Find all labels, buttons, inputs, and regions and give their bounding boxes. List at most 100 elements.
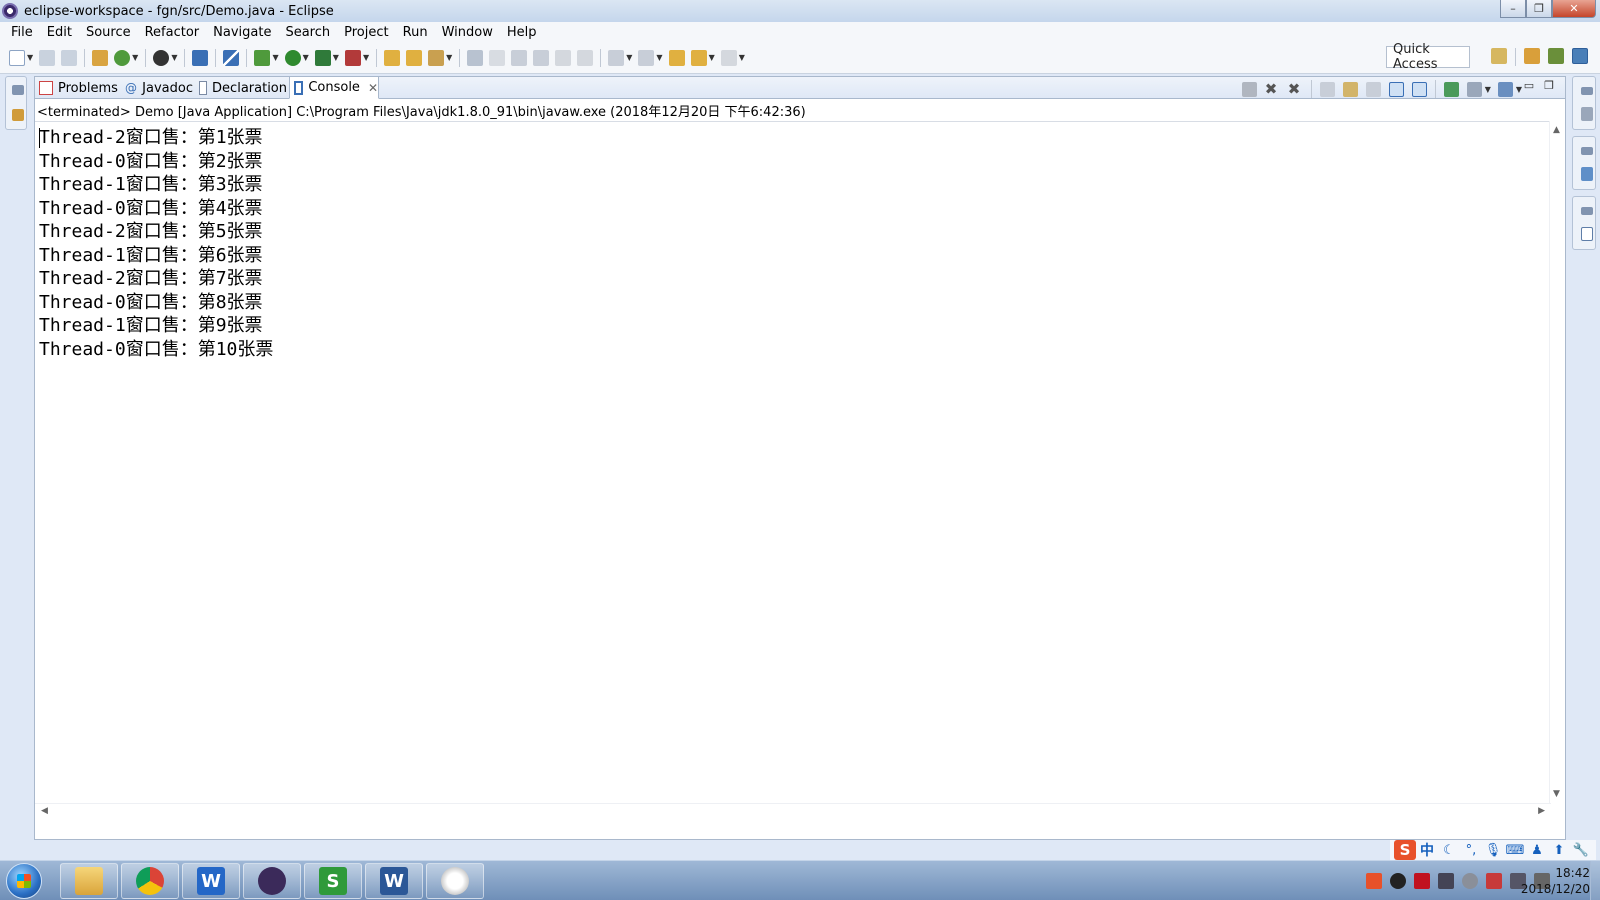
taskbar-java-ee-ide[interactable] (243, 863, 301, 899)
taskbar-media[interactable] (426, 863, 484, 899)
save-icon[interactable] (39, 49, 56, 66)
horizontal-scrollbar[interactable]: ◀ ▶ (35, 803, 1551, 819)
refresh-icon[interactable] (114, 49, 131, 66)
menu-refactor[interactable]: Refactor (138, 25, 207, 40)
scroll-up-icon[interactable]: ▲ (1553, 125, 1560, 135)
taskbar-chrome[interactable] (121, 863, 179, 899)
menu-run[interactable]: Run (396, 25, 435, 40)
maximize-view-icon[interactable]: ❐ (1544, 79, 1554, 92)
menu-source[interactable]: Source (79, 25, 138, 40)
profile-dropdown-icon[interactable]: ▼ (171, 53, 177, 62)
close-button[interactable]: ✕ (1552, 0, 1596, 18)
mic-icon[interactable]: 🎙 (1485, 843, 1502, 858)
menu-navigate[interactable]: Navigate (206, 25, 278, 40)
back-dropdown-icon[interactable]: ▼ (709, 53, 715, 62)
previous-annotation-icon[interactable] (638, 49, 655, 66)
coverage-dropdown-icon[interactable]: ▼ (333, 53, 339, 62)
taskbar-wps-spreadsheet[interactable]: S (304, 863, 362, 899)
scroll-left-icon[interactable]: ◀ (41, 806, 48, 816)
ime-toolbar[interactable]: S 中 ☾ °, 🎙 ⌨ ♟ ⬆ 🔧 (1390, 840, 1596, 860)
pin-console-icon[interactable] (1443, 81, 1459, 97)
word-wrap-icon[interactable] (1365, 81, 1381, 97)
back-icon[interactable] (690, 49, 707, 66)
minimized-stack[interactable] (5, 76, 27, 130)
forward-icon[interactable] (720, 49, 737, 66)
menu-window[interactable]: Window (435, 25, 500, 40)
profile-icon[interactable] (153, 49, 170, 66)
task-list-icon[interactable] (1581, 107, 1593, 121)
sogou-logo-icon[interactable]: S (1394, 840, 1416, 860)
minimize-view-icon[interactable]: ▭ (1524, 79, 1534, 92)
display-console-dropdown-icon[interactable]: ▼ (1485, 85, 1491, 94)
toggle-breadcrumb-icon[interactable] (511, 49, 528, 66)
network-share-icon[interactable] (1438, 873, 1454, 889)
punct-icon[interactable]: °, (1463, 843, 1479, 858)
open-perspective-icon[interactable] (1491, 48, 1507, 64)
user-icon[interactable]: ♟ (1529, 843, 1545, 858)
remove-launch-icon[interactable]: ✖ (1265, 81, 1280, 97)
scroll-down-icon[interactable]: ▼ (1553, 789, 1560, 799)
show-on-stderr-icon[interactable] (1411, 81, 1427, 97)
terminate-icon[interactable] (1241, 81, 1257, 97)
restore-stack-icon[interactable] (1581, 147, 1593, 155)
debug-dropdown-icon[interactable]: ▼ (272, 53, 278, 62)
debug-icon[interactable] (254, 49, 271, 66)
open-folder-icon[interactable] (384, 49, 401, 66)
ime-mode-toggle[interactable]: 中 (1420, 840, 1434, 860)
scroll-right-icon[interactable]: ▶ (1538, 806, 1545, 816)
pen-icon[interactable] (489, 49, 506, 66)
java-perspective-icon[interactable] (1572, 48, 1588, 64)
flag-icon[interactable] (1486, 873, 1502, 889)
next-annotation-dropdown-icon[interactable]: ▼ (626, 53, 632, 62)
coverage-icon[interactable] (314, 49, 331, 66)
start-button[interactable] (6, 863, 42, 899)
open-task-icon[interactable] (406, 49, 423, 66)
next-annotation-icon[interactable] (608, 49, 625, 66)
block-selection-icon[interactable] (555, 49, 572, 66)
menu-file[interactable]: File (4, 25, 40, 40)
wrench-icon[interactable]: 🔧 (1573, 843, 1589, 858)
minimized-stack-other[interactable] (1572, 196, 1596, 250)
tab-javadoc[interactable]: @ Javadoc (121, 77, 193, 99)
last-edit-icon[interactable] (668, 49, 685, 66)
tab-declaration[interactable]: Declaration (195, 77, 287, 99)
terminal-icon[interactable] (192, 49, 209, 66)
run-icon[interactable] (284, 49, 301, 66)
java-ee-perspective-icon[interactable] (1524, 48, 1540, 64)
taskbar-clock[interactable]: 18:42 2018/12/20 (1510, 865, 1590, 897)
quick-access-field[interactable]: Quick Access (1386, 42, 1470, 72)
save-all-icon[interactable] (61, 49, 78, 66)
adobe-icon[interactable] (1414, 873, 1430, 889)
minimized-stack-outline[interactable] (1572, 76, 1596, 130)
console-output[interactable]: Thread-2窗口售：第1张票 Thread-0窗口售：第2张票 Thread… (35, 121, 1551, 803)
run-dropdown-icon[interactable]: ▼ (303, 53, 309, 62)
tab-problems[interactable]: Problems (35, 77, 119, 99)
minimized-stack-structure[interactable] (1572, 136, 1596, 190)
settings-gear-icon[interactable] (1462, 873, 1478, 889)
word-wrap-icon[interactable] (533, 49, 550, 66)
tab-console[interactable]: Console ✕ (289, 76, 379, 99)
clear-console-icon[interactable] (1319, 81, 1335, 97)
outline-icon[interactable] (1581, 167, 1593, 181)
scroll-lock-icon[interactable] (1342, 81, 1358, 97)
forward-dropdown-icon[interactable]: ▼ (739, 53, 745, 62)
display-console-icon[interactable] (1466, 81, 1482, 97)
external-tools-dropdown-icon[interactable]: ▼ (363, 53, 369, 62)
search-tool-icon[interactable] (428, 49, 445, 66)
shirt-icon[interactable]: ⬆ (1551, 843, 1567, 858)
qq-icon[interactable] (1390, 873, 1406, 889)
moon-icon[interactable]: ☾ (1441, 843, 1457, 858)
show-whitespace-icon[interactable] (577, 49, 594, 66)
restore-button[interactable]: ❐ (1526, 0, 1552, 18)
new-dropdown-icon[interactable]: ▼ (27, 53, 33, 62)
new-icon[interactable] (9, 49, 25, 66)
taskbar-word[interactable]: W (365, 863, 423, 899)
menu-help[interactable]: Help (500, 25, 544, 40)
sogou-tray-icon[interactable] (1366, 873, 1382, 889)
restore-stack-icon[interactable] (1581, 207, 1593, 215)
show-on-stdout-icon[interactable] (1388, 81, 1404, 97)
previous-annotation-dropdown-icon[interactable]: ▼ (656, 53, 662, 62)
open-type-icon[interactable] (92, 49, 109, 66)
minimize-button[interactable]: – (1500, 0, 1526, 18)
package-explorer-icon[interactable] (12, 109, 24, 121)
